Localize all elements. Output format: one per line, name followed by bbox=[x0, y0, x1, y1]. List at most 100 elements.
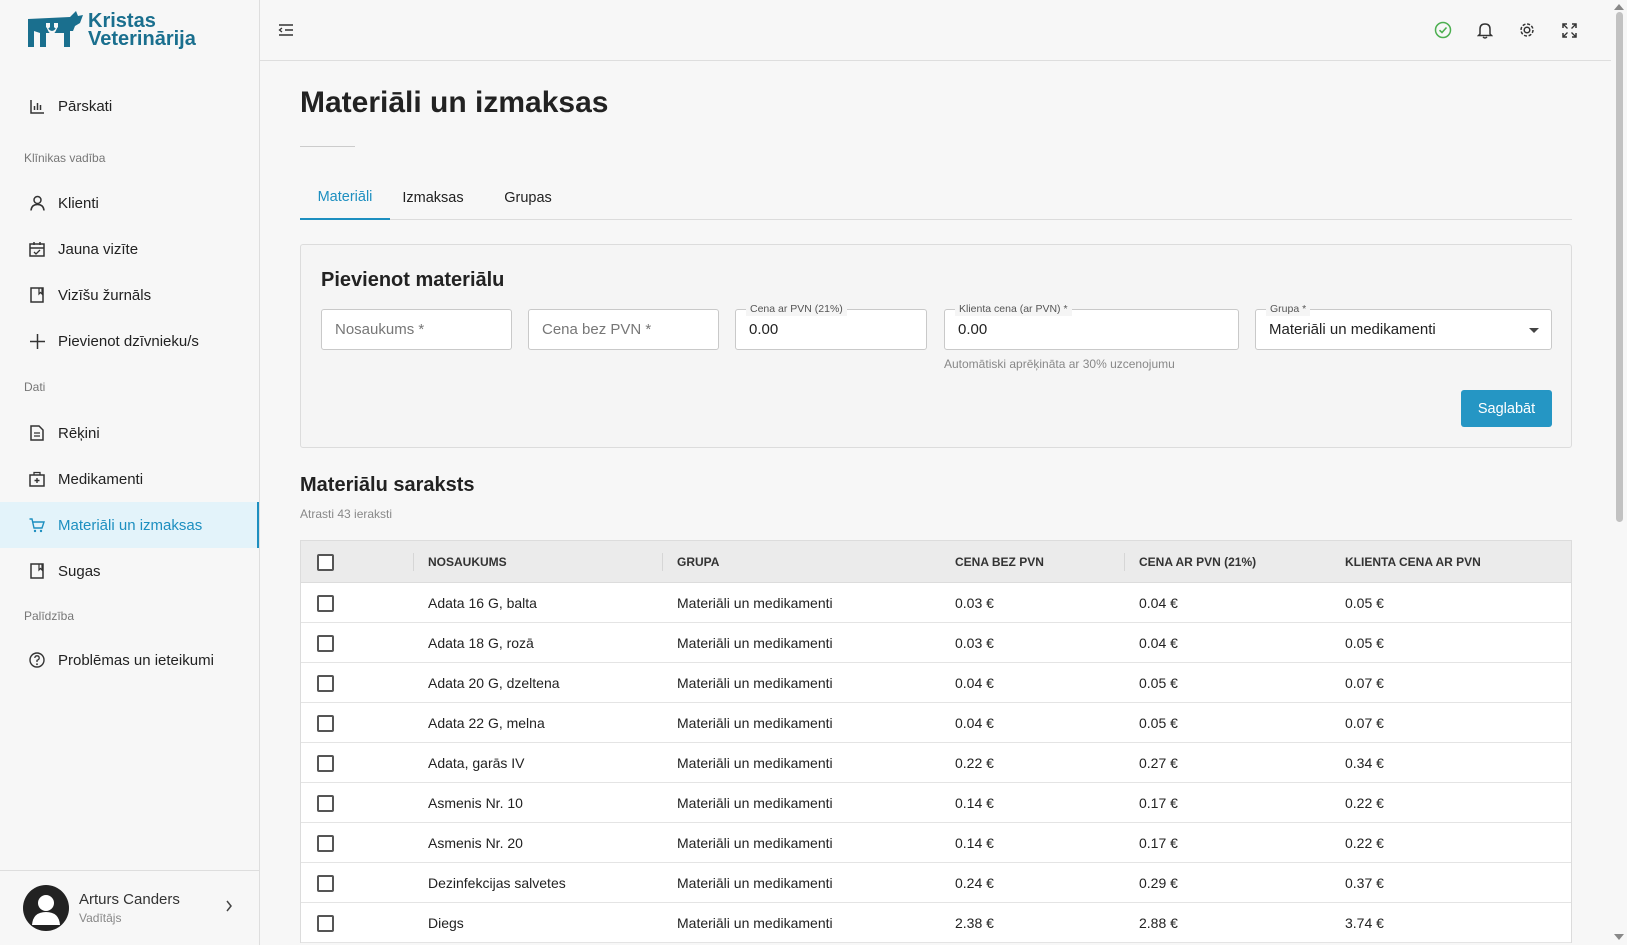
cell-name: Adata 20 G, dzeltena bbox=[428, 675, 560, 691]
row-checkbox[interactable] bbox=[317, 754, 334, 772]
cell-group: Materiāli un medikamenti bbox=[677, 755, 833, 771]
table-row[interactable]: Adata 22 G, melna Materiāli un medikamen… bbox=[301, 703, 1571, 743]
cell-price: 2.38 € bbox=[955, 915, 994, 931]
client-price-label: Klienta cena (ar PVN) * bbox=[955, 302, 1072, 316]
sidebar-item-label: Pievienot dzīvnieku/s bbox=[58, 332, 199, 350]
row-checkbox[interactable] bbox=[317, 714, 334, 732]
sidebar-item-sugas[interactable]: Sugas bbox=[0, 548, 259, 594]
table-row[interactable]: Asmenis Nr. 10 Materiāli un medikamenti … bbox=[301, 783, 1571, 823]
table-row[interactable]: Adata 18 G, rozā Materiāli un medikament… bbox=[301, 623, 1571, 663]
scrollbar[interactable] bbox=[1611, 0, 1627, 945]
group-label: Grupa * bbox=[1266, 302, 1311, 316]
brand-logo[interactable]: Kristas Veterinārija bbox=[26, 8, 196, 52]
sidebar-item-label: Problēmas un ieteikumi bbox=[58, 651, 214, 669]
cell-name: Adata, garās IV bbox=[428, 755, 525, 771]
cow-logo-icon bbox=[28, 11, 83, 47]
table-row[interactable]: Adata 16 G, balta Materiāli un medikamen… bbox=[301, 583, 1571, 623]
cell-client-price: 0.37 € bbox=[1345, 875, 1384, 891]
sidebar-item-materiali[interactable]: Materiāli un izmaksas bbox=[0, 502, 259, 548]
price-field[interactable] bbox=[528, 309, 719, 350]
book-icon bbox=[28, 286, 46, 304]
user-profile[interactable]: Arturs Canders Vadītājs bbox=[0, 870, 259, 945]
sidebar-item-label: Klienti bbox=[58, 194, 99, 212]
tab-grupas[interactable]: Grupas bbox=[500, 176, 556, 220]
name-input[interactable] bbox=[322, 310, 511, 349]
table-row[interactable]: Asmenis Nr. 20 Materiāli un medikamenti … bbox=[301, 823, 1571, 863]
group-select[interactable]: Grupa * bbox=[1255, 302, 1552, 350]
row-checkbox[interactable] bbox=[317, 634, 334, 652]
plus-icon bbox=[28, 332, 46, 350]
cell-vat-price: 0.05 € bbox=[1139, 715, 1178, 731]
bell-icon[interactable] bbox=[1475, 20, 1495, 40]
cell-name: Asmenis Nr. 20 bbox=[428, 835, 523, 851]
table-header: NOSAUKUMS GRUPA CENA BEZ PVN CENA AR PVN… bbox=[301, 541, 1571, 583]
col-header-name[interactable]: NOSAUKUMS bbox=[428, 541, 507, 583]
scroll-up-arrow-icon[interactable] bbox=[1614, 4, 1624, 10]
client-price-field[interactable]: Klienta cena (ar PVN) * bbox=[944, 302, 1239, 350]
sidebar-item-parskati[interactable]: Pārskati bbox=[0, 83, 259, 129]
cell-group: Materiāli un medikamenti bbox=[677, 715, 833, 731]
save-button[interactable]: Saglabāt bbox=[1461, 390, 1552, 427]
row-checkbox[interactable] bbox=[317, 834, 334, 852]
section-heading: Klīnikas vadība bbox=[24, 151, 106, 165]
name-field[interactable] bbox=[321, 309, 512, 350]
gear-icon[interactable] bbox=[1517, 20, 1537, 40]
sidebar-item-pievienot-dzivnieku[interactable]: Pievienot dzīvnieku/s bbox=[0, 318, 259, 364]
table-row[interactable]: Adata, garās IV Materiāli un medikamenti… bbox=[301, 743, 1571, 783]
fullscreen-icon[interactable] bbox=[1559, 20, 1579, 40]
vat-price-field[interactable]: Cena ar PVN (21%) bbox=[735, 302, 927, 350]
row-checkbox[interactable] bbox=[317, 794, 334, 812]
cell-client-price: 0.22 € bbox=[1345, 835, 1384, 851]
status-ok-icon[interactable] bbox=[1433, 20, 1453, 40]
section-heading: Palīdzība bbox=[24, 609, 75, 623]
row-checkbox[interactable] bbox=[317, 674, 334, 692]
sidebar-item-label: Medikamenti bbox=[58, 470, 144, 488]
row-checkbox[interactable] bbox=[317, 914, 334, 932]
scroll-down-arrow-icon[interactable] bbox=[1614, 934, 1624, 940]
cell-client-price: 3.74 € bbox=[1345, 915, 1384, 931]
sidebar-item-klienti[interactable]: Klienti bbox=[0, 180, 259, 226]
dropdown-arrow-icon[interactable] bbox=[1529, 328, 1539, 333]
cell-group: Materiāli un medikamenti bbox=[677, 835, 833, 851]
cell-group: Materiāli un medikamenti bbox=[677, 635, 833, 651]
cell-vat-price: 0.05 € bbox=[1139, 675, 1178, 691]
cell-price: 0.22 € bbox=[955, 755, 994, 771]
cell-name: Adata 16 G, balta bbox=[428, 595, 537, 611]
cell-price: 0.24 € bbox=[955, 875, 994, 891]
table-row[interactable]: Diegs Materiāli un medikamenti 2.38 € 2.… bbox=[301, 903, 1571, 943]
cell-name: Dezinfekcijas salvetes bbox=[428, 875, 566, 891]
cell-price: 0.14 € bbox=[955, 835, 994, 851]
table-row[interactable]: Dezinfekcijas salvetes Materiāli un medi… bbox=[301, 863, 1571, 903]
col-header-price[interactable]: CENA BEZ PVN bbox=[955, 541, 1044, 583]
col-header-vat-price[interactable]: CENA AR PVN (21%) bbox=[1139, 541, 1256, 583]
title-divider bbox=[300, 146, 355, 147]
tab-izmaksas[interactable]: Izmaksas bbox=[398, 176, 468, 220]
cell-group: Materiāli un medikamenti bbox=[677, 675, 833, 691]
col-header-client-price[interactable]: KLIENTA CENA AR PVN bbox=[1345, 541, 1481, 583]
sidebar-item-jauna-vizite[interactable]: Jauna vizīte bbox=[0, 226, 259, 272]
sidebar-item-rekini[interactable]: Rēķini bbox=[0, 410, 259, 456]
cell-price: 0.04 € bbox=[955, 715, 994, 731]
column-divider bbox=[1124, 553, 1125, 571]
sidebar-item-vizisu-zurnals[interactable]: Vizīšu žurnāls bbox=[0, 272, 259, 318]
table-row[interactable]: Adata 20 G, dzeltena Materiāli un medika… bbox=[301, 663, 1571, 703]
row-checkbox[interactable] bbox=[317, 874, 334, 892]
col-header-group[interactable]: GRUPA bbox=[677, 541, 719, 583]
price-input[interactable] bbox=[529, 310, 718, 349]
cell-vat-price: 0.04 € bbox=[1139, 635, 1178, 651]
chevron-right-icon[interactable] bbox=[225, 899, 233, 917]
column-divider bbox=[662, 553, 663, 571]
materials-table: NOSAUKUMS GRUPA CENA BEZ PVN CENA AR PVN… bbox=[300, 540, 1572, 943]
tab-materiali[interactable]: Materiāli bbox=[300, 176, 390, 220]
row-checkbox[interactable] bbox=[317, 594, 334, 612]
medkit-icon bbox=[28, 470, 46, 488]
user-role: Vadītājs bbox=[79, 911, 122, 925]
sidebar-item-medikamenti[interactable]: Medikamenti bbox=[0, 456, 259, 502]
select-all-checkbox[interactable] bbox=[317, 553, 334, 571]
page-title: Materiāli un izmaksas bbox=[300, 86, 609, 119]
menu-collapse-icon[interactable] bbox=[276, 20, 296, 40]
column-divider bbox=[413, 553, 414, 571]
cell-vat-price: 0.29 € bbox=[1139, 875, 1178, 891]
sidebar-item-problemas[interactable]: Problēmas un ieteikumi bbox=[0, 637, 259, 683]
scrollbar-thumb[interactable] bbox=[1616, 12, 1623, 522]
